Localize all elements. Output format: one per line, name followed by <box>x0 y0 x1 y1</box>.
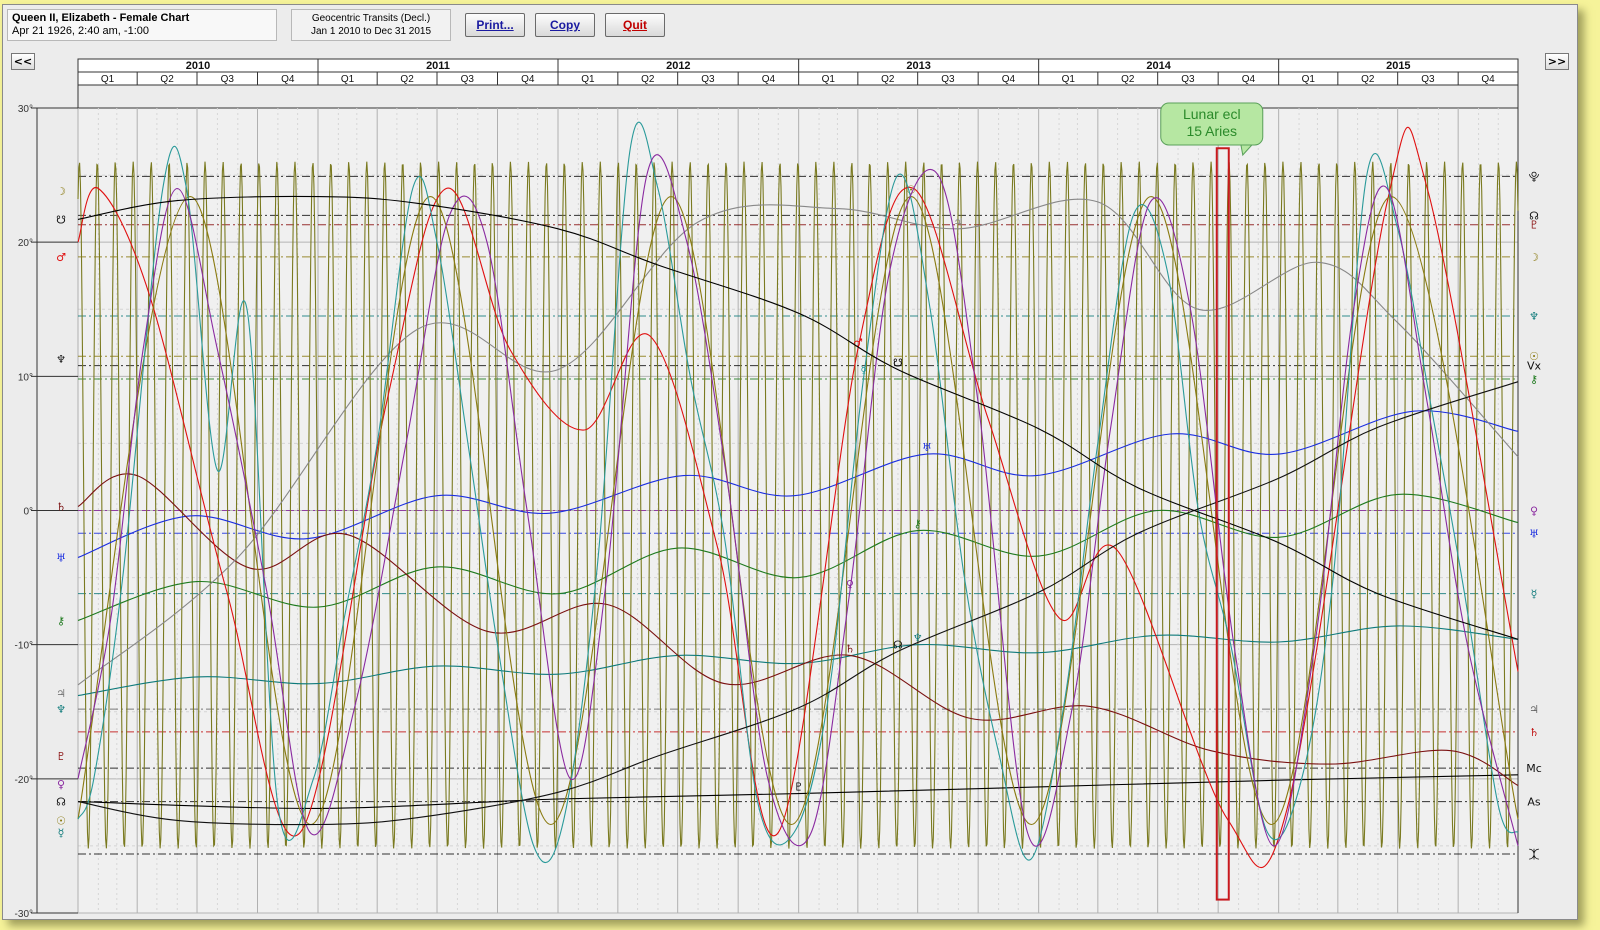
natal-glyph: ♄ <box>1529 726 1539 739</box>
left-glyph: ⚷ <box>57 615 65 628</box>
quarter-label: Q2 <box>400 74 414 85</box>
natal-glyph: ⯰ <box>1528 848 1539 861</box>
natal-glyph: ☿ <box>1531 588 1538 601</box>
declination-chart: 2010 Q1 Q2 Q3 Q4 2011 Q1 Q2 Q3 Q4 2012 Q1 Q2 Q3 Q4 2013… <box>15 58 1542 919</box>
quarter-label: Q3 <box>701 74 715 85</box>
natal-glyph: ♇ <box>1529 219 1539 232</box>
quarter-label: Q3 <box>941 74 955 85</box>
year-label: 2012 <box>666 60 690 72</box>
series-glyph: ♂ <box>853 337 863 350</box>
quarter-label: Q1 <box>341 74 355 85</box>
left-glyph-markers: ☽ ☋ ♂ ♆ ♄ ♅ ⚷ ♃ ♆ ♇ ♀ ☊ ☉☿ <box>56 185 66 839</box>
year-label: 2011 <box>426 60 450 72</box>
series-glyph: ♇ <box>794 781 804 794</box>
quarter-label: Q1 <box>822 74 836 85</box>
series-glyph: ♀ <box>846 578 854 591</box>
y-tick-label: -20° <box>15 775 33 786</box>
y-axis: 30° 20° 10° 0° -10° -20° -30° <box>15 104 78 919</box>
left-glyph: ♆ <box>56 353 66 366</box>
natal-glyph: ⯓ <box>1529 170 1540 183</box>
y-tick-label: 0° <box>23 507 33 518</box>
natal-glyph: ♃ <box>1529 703 1539 716</box>
left-glyph: ♃ <box>56 687 66 700</box>
quarter-label: Q4 <box>1242 74 1256 85</box>
quarter-label: Q3 <box>1421 74 1435 85</box>
year-label: 2015 <box>1386 60 1410 72</box>
quarter-label: Q3 <box>221 74 235 85</box>
quarter-label: Q4 <box>762 74 776 85</box>
left-glyph: ♅ <box>56 551 66 564</box>
natal-glyph: Mc <box>1526 762 1542 775</box>
quarter-label: Q3 <box>461 74 475 85</box>
event-label-line2: 15 Aries <box>1186 123 1237 139</box>
quarter-label: Q2 <box>1361 74 1375 85</box>
y-tick-label: 20° <box>18 238 33 249</box>
natal-glyph: Vx <box>1527 360 1542 373</box>
series-glyph: ☿ <box>860 363 867 376</box>
chart-window: Queen II, Elizabeth - Female Chart Apr 2… <box>2 4 1578 920</box>
quarter-label: Q4 <box>1481 74 1495 85</box>
series-glyph: ⚷ <box>914 518 922 531</box>
natal-glyph: ♆ <box>1529 310 1539 323</box>
left-glyph: ☉ <box>56 814 66 827</box>
quarter-label: Q1 <box>1302 74 1316 85</box>
natal-glyph: ♀ <box>1530 505 1538 518</box>
y-tick-label: -30° <box>15 909 33 919</box>
left-glyph: ☿ <box>58 827 65 840</box>
series-glyph: ♃ <box>954 216 964 229</box>
year-label: 2013 <box>906 60 930 72</box>
year-label: 2010 <box>186 60 210 72</box>
event-label-line1: Lunar ecl <box>1183 106 1241 122</box>
series-glyph: ☊ <box>893 638 903 651</box>
time-axis: 2010 Q1 Q2 Q3 Q4 2011 Q1 Q2 Q3 Q4 2012 Q1 Q2 Q3 Q4 2013… <box>77 58 1519 86</box>
quarter-label: Q1 <box>1062 74 1076 85</box>
quarter-label: Q2 <box>881 74 895 85</box>
quarter-label: Q4 <box>1002 74 1016 85</box>
quarter-label: Q1 <box>581 74 595 85</box>
left-glyph: ☊ <box>56 796 66 809</box>
left-glyph: ♂ <box>56 251 66 264</box>
series-glyph: ♅ <box>922 441 932 454</box>
natal-glyph: As <box>1527 796 1541 809</box>
natal-glyph: ⚷ <box>1530 373 1538 386</box>
quarter-label: Q4 <box>281 74 295 85</box>
natal-glyph: ♅ <box>1529 527 1539 540</box>
quarter-label: Q2 <box>641 74 655 85</box>
left-glyph: ♄ <box>56 500 66 513</box>
natal-glyph: ☽ <box>1529 251 1539 264</box>
left-glyph: ☽ <box>56 185 66 198</box>
y-tick-label: 10° <box>18 372 33 383</box>
series-glyph: ♄ <box>845 642 855 655</box>
quarter-label: Q4 <box>521 74 535 85</box>
year-label: 2014 <box>1146 60 1171 72</box>
y-tick-label: 30° <box>18 104 33 115</box>
quarter-label: Q2 <box>1121 74 1135 85</box>
left-glyph: ♇ <box>56 750 66 763</box>
left-glyph: ☋ <box>56 213 66 226</box>
quarter-label: Q1 <box>101 74 115 85</box>
left-glyph: ♆ <box>56 703 66 716</box>
y-tick-label: -10° <box>15 641 33 652</box>
quarter-label: Q2 <box>160 74 174 85</box>
quarter-label: Q3 <box>1181 74 1195 85</box>
series-glyph: ☋ <box>893 357 903 370</box>
left-glyph: ♀ <box>57 778 65 791</box>
